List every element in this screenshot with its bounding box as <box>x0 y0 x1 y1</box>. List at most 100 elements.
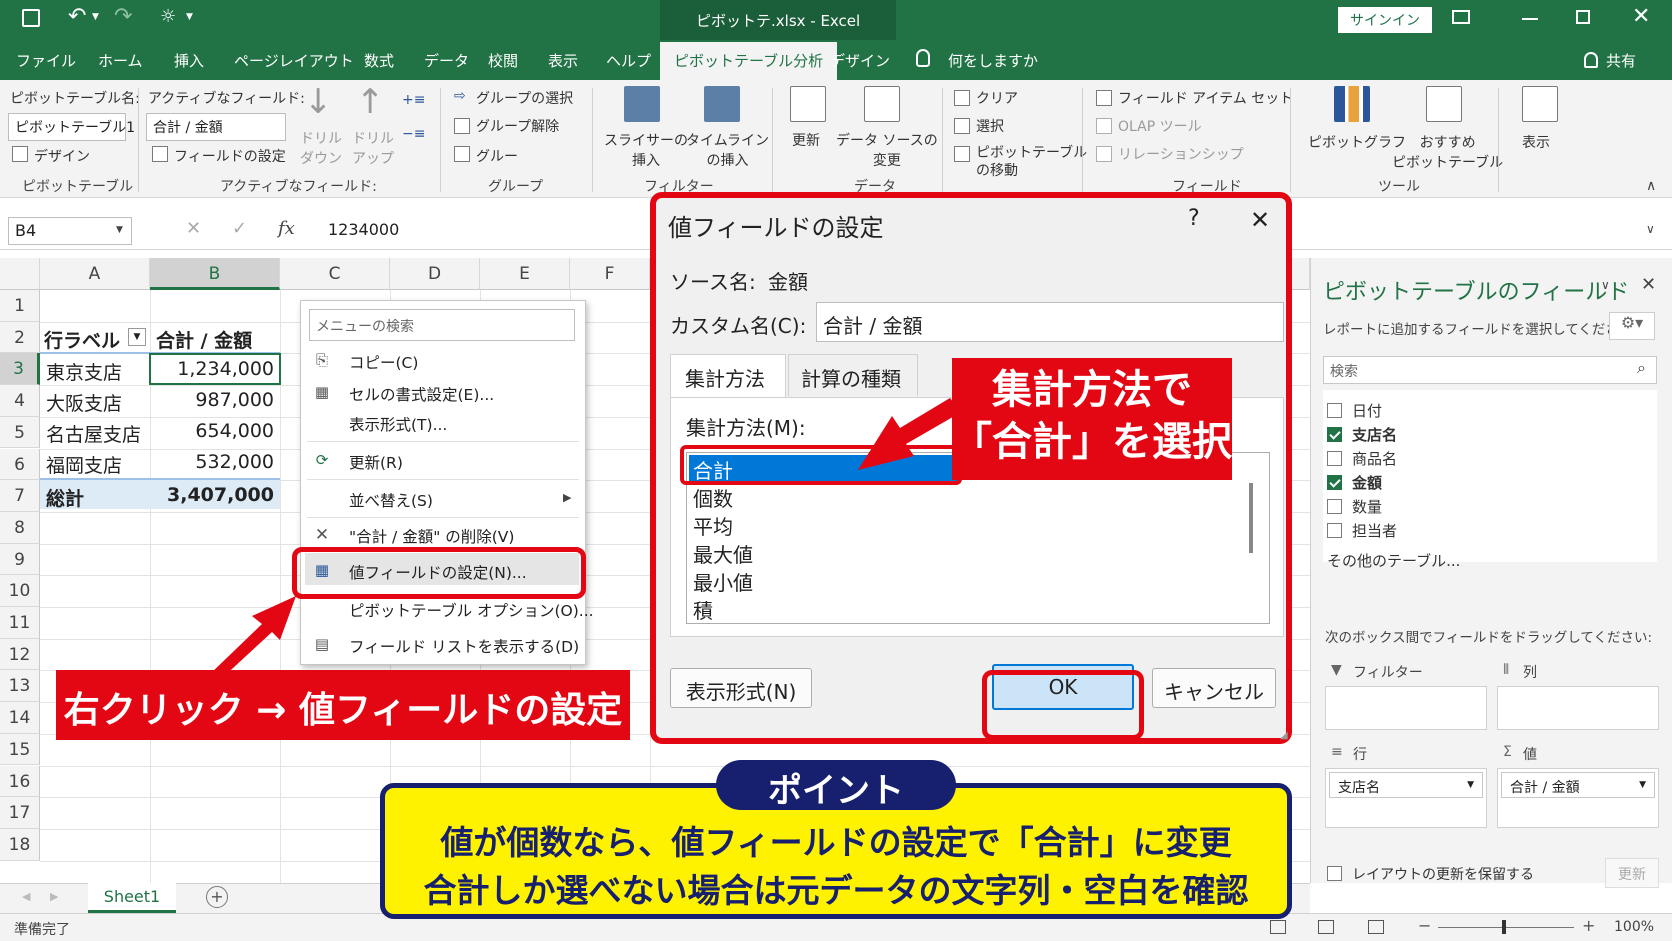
drill-down-button[interactable]: ドリル ダウン <box>300 128 342 168</box>
show-icon[interactable] <box>1522 86 1558 122</box>
row-labels-filter-button[interactable]: ▼ <box>128 328 146 346</box>
timeline-icon[interactable] <box>704 86 740 122</box>
touch-mode-icon[interactable]: ☼ <box>160 6 176 27</box>
normal-view-icon[interactable] <box>1270 920 1286 934</box>
custom-name-input[interactable]: 合計 / 金額 <box>816 302 1284 342</box>
row-field-chip[interactable]: 支店名 ▼ <box>1329 772 1483 798</box>
name-box-dropdown-icon[interactable]: ▼ <box>116 225 123 235</box>
tab-home[interactable]: ホーム <box>98 50 143 71</box>
relationships-button[interactable]: リレーションシップ <box>1118 144 1244 164</box>
row-header[interactable]: 16 <box>0 765 40 798</box>
expand-formula-icon[interactable]: ∨ <box>1646 222 1655 236</box>
row-label-cell[interactable]: 東京支店 <box>46 354 122 385</box>
update-button[interactable]: 更新 <box>1605 858 1659 888</box>
row-header[interactable]: 17 <box>0 797 40 829</box>
row-header[interactable]: 18 <box>0 828 40 861</box>
drill-up-icon[interactable]: ↑ <box>356 82 385 122</box>
clear-button[interactable]: クリア <box>976 88 1018 108</box>
group-field-button[interactable]: グルー <box>476 146 518 166</box>
sum-amount-header[interactable]: 合計 / 金額 <box>156 322 252 353</box>
field-item-owner[interactable]: 担当者 <box>1327 520 1397 541</box>
pivotchart-icon[interactable] <box>1334 86 1370 122</box>
value-field-chip[interactable]: 合計 / 金額 ▼ <box>1501 772 1655 798</box>
slicer-icon[interactable] <box>624 86 660 122</box>
name-box[interactable]: B4 <box>8 217 132 245</box>
row-label-cell[interactable]: 大阪支店 <box>46 385 122 416</box>
expand-field-icon[interactable]: +≡ <box>402 92 425 108</box>
olap-tools-button[interactable]: OLAP ツール <box>1118 116 1202 136</box>
column-header[interactable]: B <box>150 258 280 290</box>
tab-show-values-as[interactable]: 計算の種類 <box>788 354 918 396</box>
insert-timeline-button[interactable]: タイムライン の挿入 <box>686 130 769 170</box>
scroll-left-icon[interactable]: ◀ <box>22 890 30 903</box>
defer-layout-update[interactable]: レイアウトの更新を保留する <box>1327 864 1534 884</box>
field-search-input[interactable]: 検索 <box>1323 356 1657 384</box>
zoom-level[interactable]: 100% <box>1614 919 1654 935</box>
row-header[interactable]: 11 <box>0 607 40 639</box>
cancel-entry-icon[interactable]: ✕ <box>186 218 201 239</box>
corner-select-all[interactable] <box>0 258 40 290</box>
undo-icon[interactable]: ↶ <box>68 4 86 29</box>
redo-icon[interactable]: ↷ <box>114 4 132 29</box>
column-header[interactable]: E <box>480 258 570 290</box>
list-scrollbar[interactable] <box>1249 483 1253 553</box>
relationships-icon[interactable] <box>1096 146 1112 162</box>
pivottable-name-input[interactable]: ピボットテーブル1 <box>8 113 135 141</box>
column-header[interactable]: D <box>390 258 480 290</box>
filter-drop-area[interactable] <box>1325 686 1487 730</box>
ungroup-icon[interactable] <box>454 118 470 134</box>
cancel-button[interactable]: キャンセル <box>1152 668 1276 708</box>
insert-function-icon[interactable]: fx <box>278 218 295 239</box>
move-pivottable-icon[interactable] <box>954 146 970 162</box>
row-header[interactable]: 5 <box>0 416 40 449</box>
show-button[interactable]: 表示 <box>1522 132 1550 152</box>
pane-settings-gear-icon[interactable]: ⚙▾ <box>1609 312 1655 340</box>
list-item-count[interactable]: 個数 <box>693 483 733 512</box>
change-data-source-button[interactable]: データ ソースの 変更 <box>836 130 938 170</box>
tab-formulas[interactable]: 数式 <box>364 50 394 71</box>
options-icon[interactable] <box>12 146 28 162</box>
column-header[interactable]: F <box>570 258 650 290</box>
formula-input[interactable]: 1234000 <box>328 220 399 239</box>
select-button[interactable]: 選択 <box>976 116 1004 136</box>
value-cell[interactable]: 654,000 <box>150 416 274 442</box>
recommended-pivottables-button[interactable]: おすすめ ピボットテーブル <box>1392 132 1503 172</box>
field-item-amount[interactable]: 金額 <box>1327 472 1382 493</box>
field-item-branch[interactable]: 支店名 <box>1327 424 1397 445</box>
tab-review[interactable]: 校閲 <box>488 50 518 71</box>
group-field-icon[interactable] <box>454 146 470 162</box>
column-header[interactable]: C <box>280 258 390 290</box>
field-checkbox[interactable] <box>1327 427 1342 442</box>
field-checkbox[interactable] <box>1327 451 1342 466</box>
group-selection-button[interactable]: グループの選択 <box>476 88 573 108</box>
list-item-max[interactable]: 最大値 <box>693 539 753 568</box>
menu-item-sort[interactable]: 並べ替え(S) <box>349 489 433 511</box>
pane-options-dropdown-icon[interactable]: ∨ <box>1601 278 1610 292</box>
row-header[interactable]: 2 <box>0 321 40 354</box>
row-label-cell[interactable]: 福岡支店 <box>46 447 122 478</box>
help-button[interactable]: ? <box>1188 206 1200 231</box>
value-cell[interactable]: 532,000 <box>150 447 274 473</box>
zoom-slider-thumb[interactable] <box>1502 920 1506 934</box>
zoom-in-icon[interactable]: + <box>1582 916 1595 935</box>
row-header[interactable]: 3 <box>0 353 40 386</box>
row-header[interactable]: 15 <box>0 733 40 766</box>
scroll-right-icon[interactable]: ▶ <box>50 890 58 903</box>
zoom-out-icon[interactable]: − <box>1418 916 1431 935</box>
signin-button[interactable]: サインイン <box>1338 7 1432 33</box>
group-selection-icon[interactable]: ⇨ <box>454 88 466 104</box>
row-header[interactable]: 9 <box>0 543 40 576</box>
clear-icon[interactable] <box>954 90 970 106</box>
tab-file[interactable]: ファイル <box>16 50 76 71</box>
field-checkbox[interactable] <box>1327 475 1342 490</box>
column-header[interactable]: A <box>40 258 150 290</box>
menu-item-copy[interactable]: コピー(C) <box>349 351 418 373</box>
refresh-icon[interactable] <box>790 86 826 122</box>
row-header[interactable]: 4 <box>0 385 40 417</box>
menu-item-format-cells[interactable]: セルの書式設定(E)... <box>349 383 494 405</box>
customize-qat-icon[interactable]: ▼ <box>186 12 193 22</box>
number-format-button[interactable]: 表示形式(N) <box>670 668 812 708</box>
fields-items-sets-icon[interactable] <box>1096 90 1112 106</box>
value-cell[interactable]: 1,234,000 <box>150 354 274 380</box>
zoom-slider[interactable] <box>1438 927 1574 928</box>
